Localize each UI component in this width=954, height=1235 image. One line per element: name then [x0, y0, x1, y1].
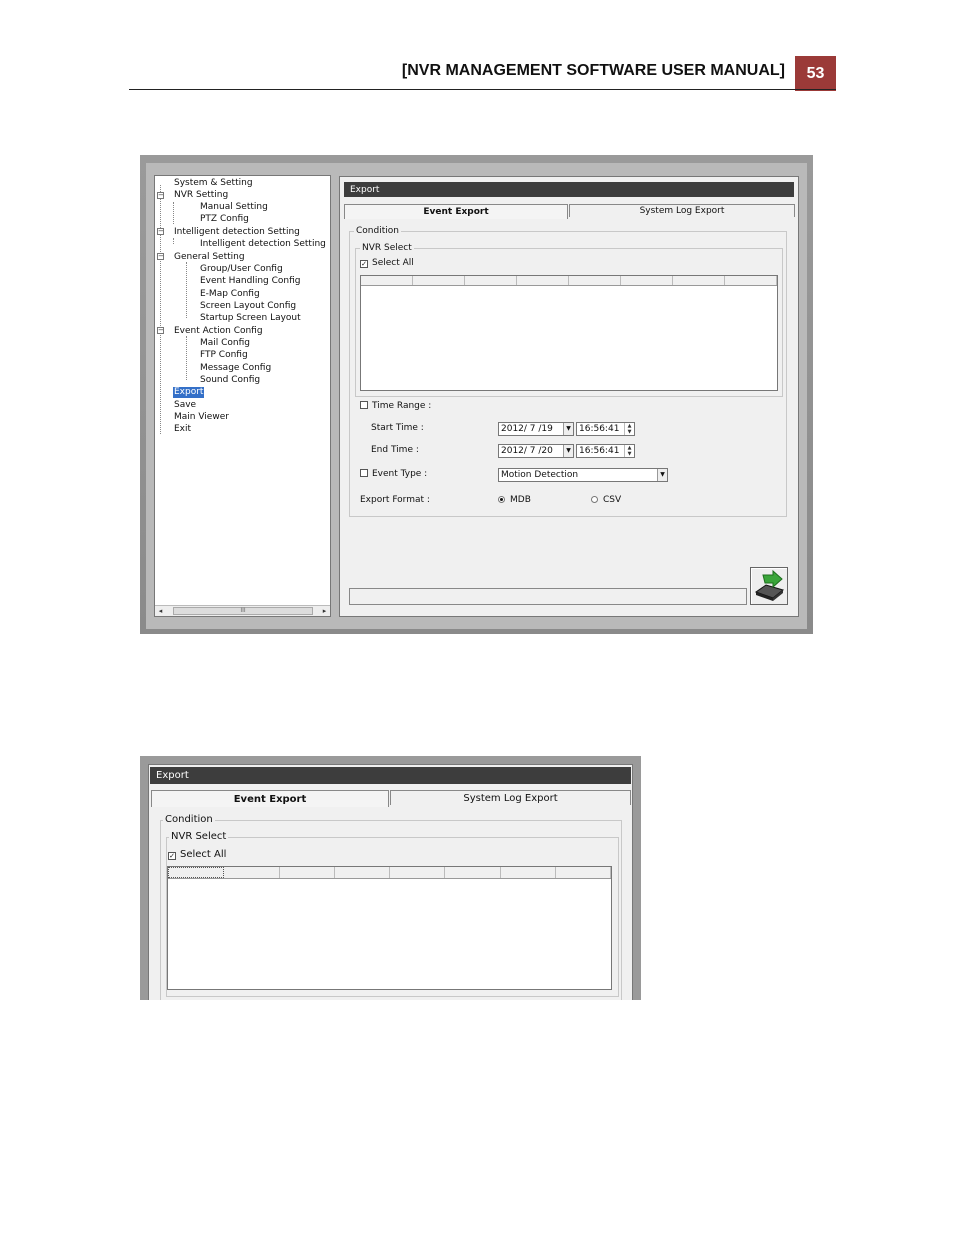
end-time-label: End Time : [371, 445, 419, 455]
nvr-select-label: NVR Select [360, 243, 414, 253]
nvr-select-label-zoomed: NVR Select [169, 831, 229, 842]
tree-item-main-viewer[interactable]: Main Viewer [174, 412, 229, 423]
start-date-value: 2012/ 7 /19 [501, 424, 553, 434]
tab-system-log-export-zoomed[interactable]: System Log Export [390, 790, 631, 805]
settings-tree[interactable]: − − − − System & Setting NVR Setting Man… [154, 175, 331, 617]
event-type-label: Event Type : [372, 469, 428, 479]
event-type-value: Motion Detection [501, 470, 579, 480]
collapse-event-action-icon[interactable]: − [157, 327, 164, 334]
condition-label-zoomed: Condition [163, 814, 215, 825]
start-date-picker[interactable]: 2012/ 7 /19 ▼ [498, 422, 574, 436]
manual-title: [NVR MANAGEMENT SOFTWARE USER MANUAL] [401, 62, 785, 79]
tab-event-export[interactable]: Event Export [344, 204, 568, 219]
format-mdb-option[interactable]: MDB [498, 495, 531, 506]
select-all-label: Select All [372, 258, 414, 268]
end-date-picker[interactable]: 2012/ 7 /20 ▼ [498, 444, 574, 458]
tree-item-nvr-setting[interactable]: NVR Setting [174, 190, 228, 201]
tree-guide [160, 185, 161, 434]
start-clock-value: 16:56:41 [579, 424, 620, 434]
tree-item-system-setting[interactable]: System & Setting [174, 178, 253, 189]
tree-item-intelligent[interactable]: Intelligent detection Setting [174, 227, 300, 238]
scroll-right-icon[interactable]: ▸ [319, 606, 330, 616]
format-csv-option[interactable]: CSV [591, 495, 621, 506]
tree-item-group-user[interactable]: Group/User Config [200, 264, 283, 275]
tree-item-intelligent-sub[interactable]: Intelligent detection Setting [200, 239, 326, 250]
scroll-left-icon[interactable]: ◂ [155, 606, 166, 616]
tree-item-ftp-config[interactable]: FTP Config [200, 350, 248, 361]
end-date-value: 2012/ 7 /20 [501, 446, 553, 456]
nvr-list-header [361, 276, 777, 286]
screenshot-zoomed-export: Export Event Export System Log Export Co… [140, 756, 641, 1000]
spin-updown-icon[interactable]: ▲ ▼ [624, 445, 634, 457]
select-all-label-zoomed: Select All [180, 849, 227, 860]
nvr-list-header-zoomed [168, 867, 611, 879]
page-number: 53 [795, 56, 836, 91]
tree-item-message-config[interactable]: Message Config [200, 363, 271, 374]
dropdown-arrow-icon[interactable]: ▼ [563, 423, 573, 435]
tab-event-export-zoomed[interactable]: Event Export [151, 790, 389, 807]
export-format-label: Export Format : [360, 495, 430, 505]
tree-item-event-action[interactable]: Event Action Config [174, 326, 263, 337]
tree-item-mail-config[interactable]: Mail Config [200, 338, 250, 349]
nvr-list[interactable] [360, 275, 778, 391]
tree-item-sound-config[interactable]: Sound Config [200, 375, 260, 386]
header-rule [129, 89, 836, 90]
condition-label: Condition [354, 226, 401, 236]
tree-item-save[interactable]: Save [174, 400, 196, 411]
collapse-intelligent-icon[interactable]: − [157, 228, 164, 235]
select-all-checkbox[interactable]: ✓ [360, 260, 368, 268]
dropdown-arrow-icon[interactable]: ▼ [657, 469, 667, 481]
progress-status-bar [349, 588, 747, 605]
tree-item-screen-layout[interactable]: Screen Layout Config [200, 301, 296, 312]
end-clock-value: 16:56:41 [579, 446, 620, 456]
select-all-checkbox-zoomed[interactable]: ✓ [168, 852, 176, 860]
tree-guide [173, 238, 174, 244]
select-all-row[interactable]: ✓ Select All [360, 258, 414, 269]
collapse-general-icon[interactable]: − [157, 253, 164, 260]
tree-horizontal-scrollbar[interactable]: ◂ III ▸ [155, 605, 330, 616]
tree-item-event-handling[interactable]: Event Handling Config [200, 276, 301, 287]
tree-guide [186, 262, 187, 318]
tree-item-exit[interactable]: Exit [174, 424, 191, 435]
export-titlebar: Export [344, 182, 794, 197]
event-type-select[interactable]: Motion Detection ▼ [498, 468, 668, 482]
export-disk-icon [754, 569, 785, 601]
tree-guide [186, 336, 187, 380]
export-panel-zoomed: Export Event Export System Log Export Co… [148, 764, 633, 1000]
select-all-row-zoomed[interactable]: ✓ Select All [168, 849, 226, 860]
format-mdb-label: MDB [510, 495, 531, 505]
collapse-nvr-icon[interactable]: − [157, 192, 164, 199]
tree-item-manual-setting[interactable]: Manual Setting [200, 202, 268, 213]
export-run-button[interactable] [750, 567, 788, 605]
export-titlebar-zoomed: Export [150, 767, 631, 784]
time-range-row[interactable]: Time Range : [360, 401, 431, 412]
format-csv-label: CSV [603, 495, 622, 505]
event-type-checkbox[interactable] [360, 469, 368, 477]
time-range-label: Time Range : [372, 401, 432, 411]
tree-item-general-setting[interactable]: General Setting [174, 252, 245, 263]
spin-updown-icon[interactable]: ▲ ▼ [624, 423, 634, 435]
format-mdb-radio[interactable] [498, 496, 505, 503]
tree-item-export[interactable]: Export [173, 387, 205, 398]
event-type-row[interactable]: Event Type : [360, 469, 427, 480]
format-csv-radio[interactable] [591, 496, 598, 503]
nvr-list-zoomed[interactable] [167, 866, 612, 990]
tree-guide [173, 202, 174, 224]
tab-system-log-export[interactable]: System Log Export [569, 204, 795, 217]
start-time-label: Start Time : [371, 423, 424, 433]
export-panel: Export Event Export System Log Export Co… [339, 176, 799, 617]
time-range-checkbox[interactable] [360, 401, 368, 409]
dropdown-arrow-icon[interactable]: ▼ [563, 445, 573, 457]
start-time-spinner[interactable]: 16:56:41 ▲ ▼ [576, 422, 635, 436]
end-time-spinner[interactable]: 16:56:41 ▲ ▼ [576, 444, 635, 458]
tree-item-ptz-config[interactable]: PTZ Config [200, 214, 249, 225]
tree-item-emap-config[interactable]: E-Map Config [200, 289, 260, 300]
tree-item-startup-layout[interactable]: Startup Screen Layout [200, 313, 301, 324]
scroll-thumb[interactable]: III [173, 607, 313, 615]
